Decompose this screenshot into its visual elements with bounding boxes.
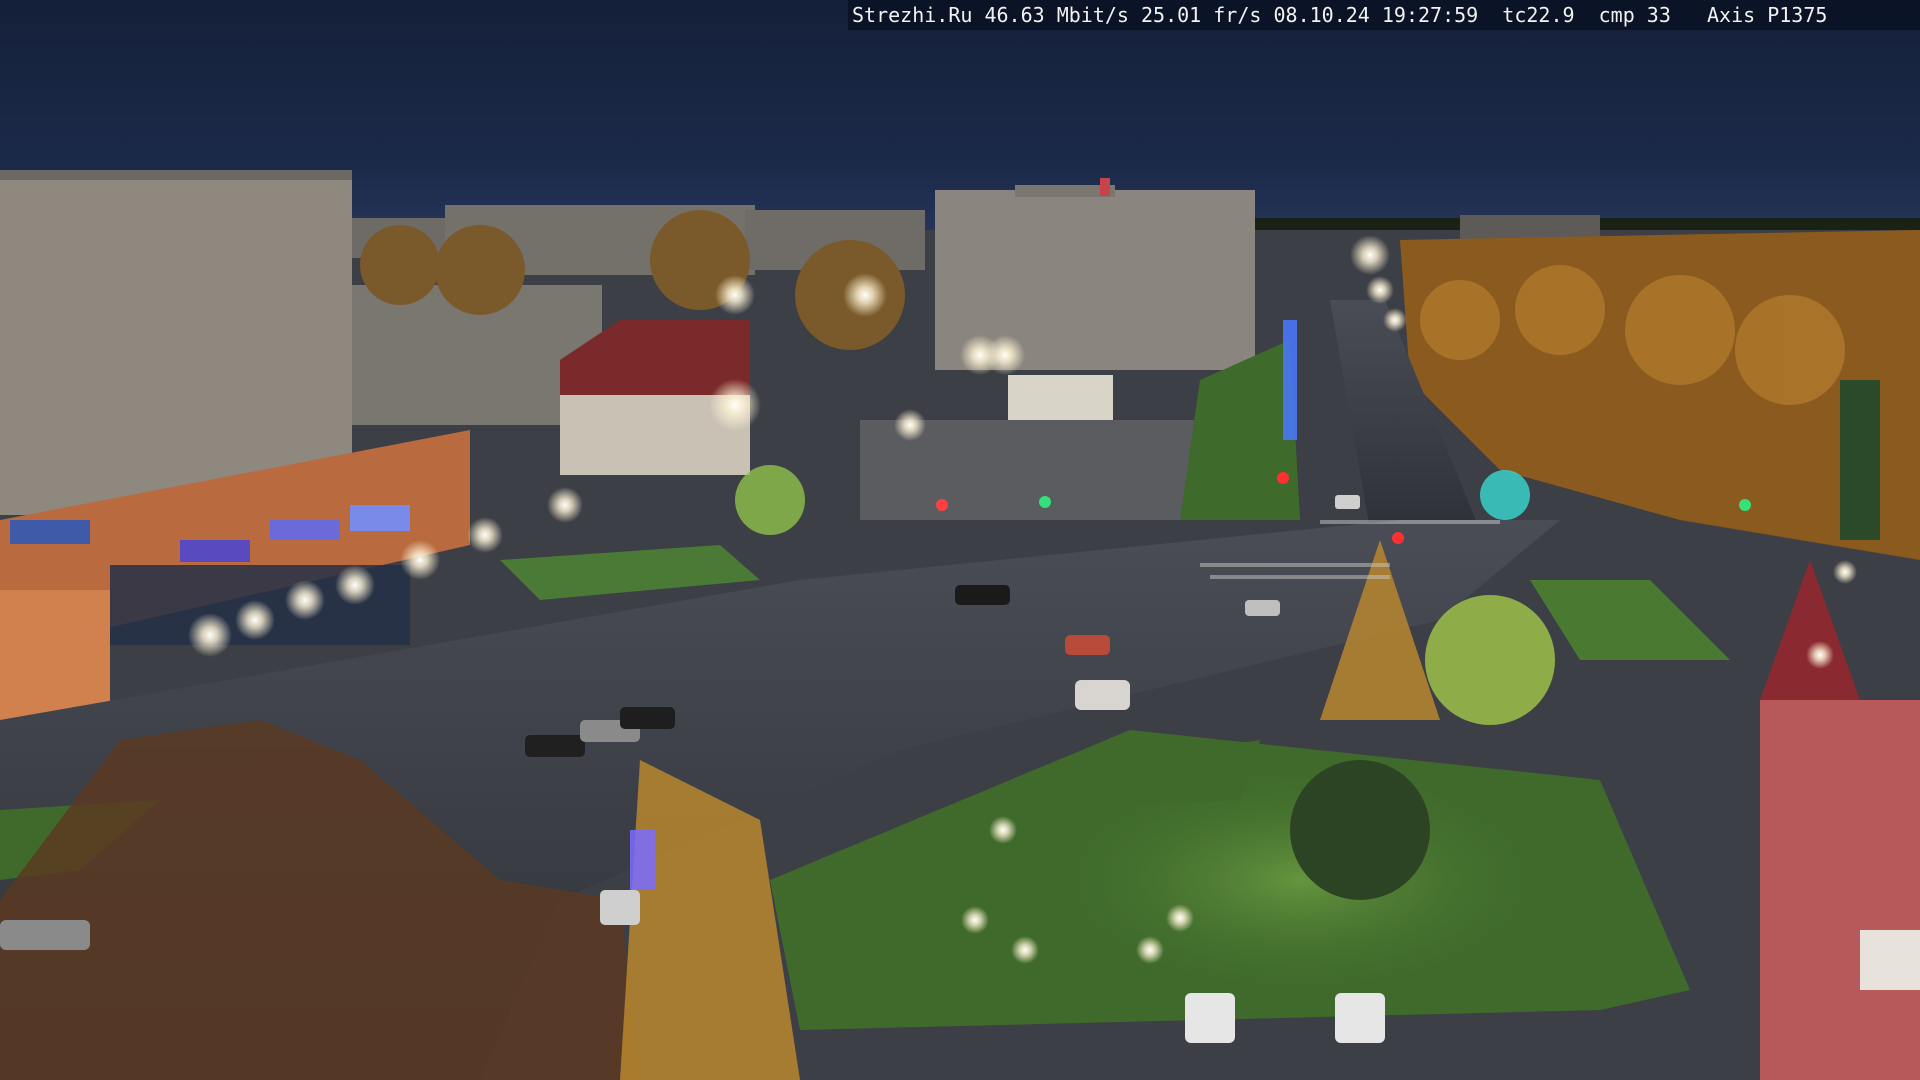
kiosk [1008,375,1113,420]
palm-decoration [1480,470,1530,520]
osd-date: 08.10.24 [1273,3,1370,27]
osd-cmp: cmp 33 [1598,3,1671,27]
camera-osd: Strezhi.Ru 46.63 Mbit/s 25.01 fr/s 08.10… [848,0,1920,30]
osd-bitrate: 46.63 Mbit/s [984,3,1129,27]
osd-model: Axis P1375 [1707,3,1828,27]
osd-framerate: 25.01 fr/s [1141,3,1262,27]
osd-site: Strezhi.Ru [852,3,973,27]
blue-lights-median [1283,320,1297,440]
evergreen-right [1840,380,1880,540]
lights-decoration [630,830,655,890]
camera-viewport: Strezhi.Ru 46.63 Mbit/s 25.01 fr/s 08.10… [0,0,1920,1080]
osd-tc: tc22.9 [1502,3,1575,27]
webcam-scene [0,0,1920,1080]
osd-time: 19:27:59 [1381,3,1479,27]
